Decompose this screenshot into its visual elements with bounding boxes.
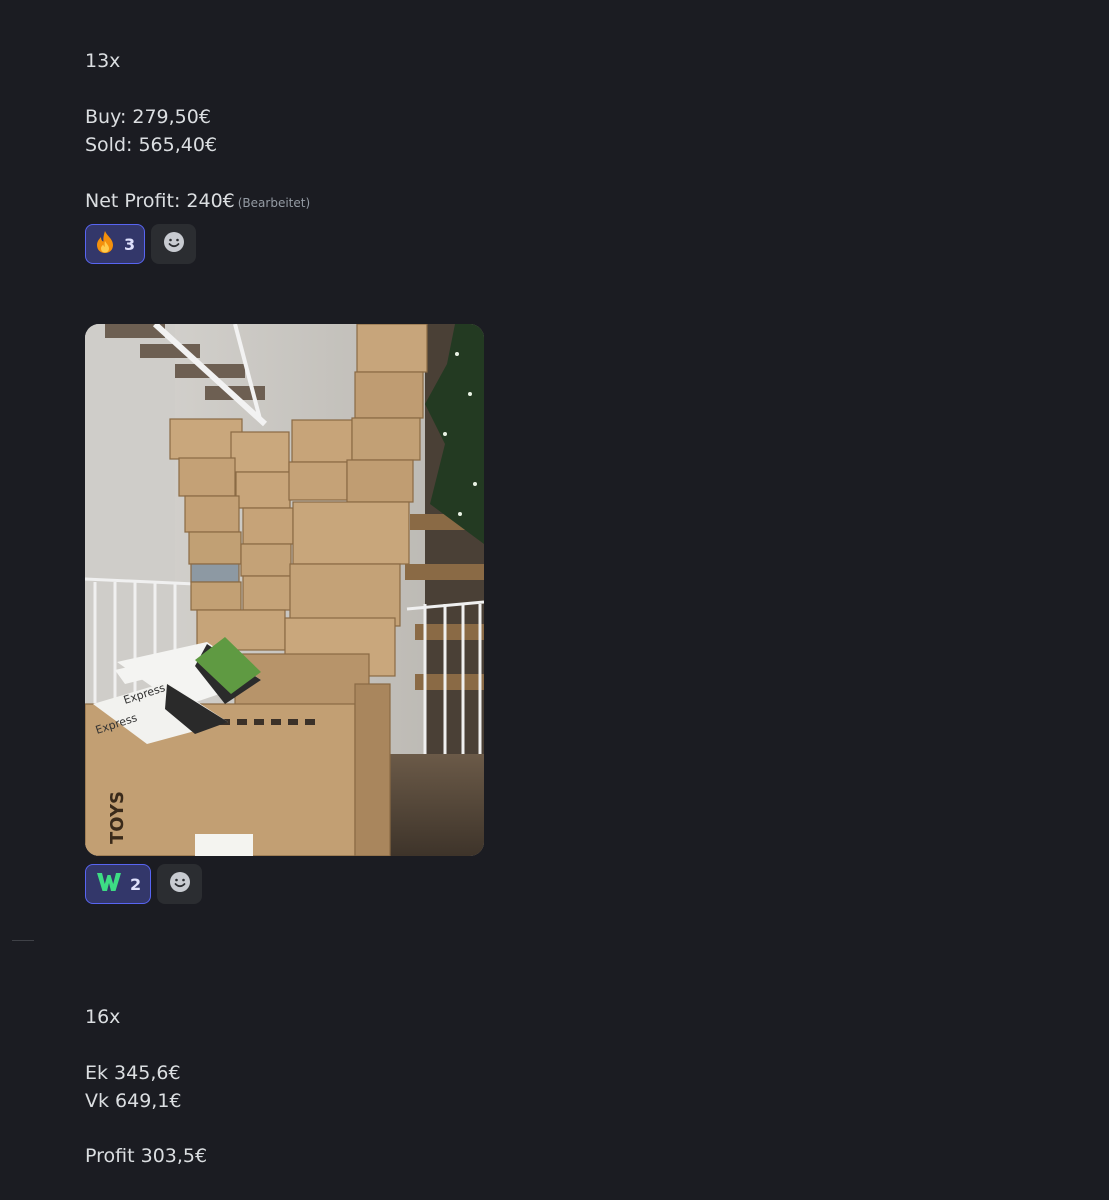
edited-label: (Bearbeitet) <box>237 196 311 210</box>
reaction-bar: 2 <box>85 864 203 904</box>
box-print-text: TOYS <box>107 791 128 844</box>
fire-icon <box>94 230 116 258</box>
w-emoji-icon <box>96 871 122 897</box>
message-divider <box>12 940 34 941</box>
add-reaction-button[interactable] <box>151 224 197 264</box>
message-line-with-edit: Net Profit: 240€ (Bearbeitet) <box>85 187 310 217</box>
message-line: 13x <box>85 50 121 72</box>
reaction-count: 3 <box>124 234 136 254</box>
image-attachment[interactable]: Express Express TOYS <box>85 324 484 856</box>
reaction-bar: 3 <box>85 224 197 264</box>
message-line: Buy: 279,50€ <box>85 106 211 128</box>
message-line: Vk 649,1€ <box>85 1090 182 1112</box>
smiley-icon <box>169 871 191 897</box>
boxes-photo: Express Express TOYS <box>85 324 484 856</box>
net-profit-text: Net Profit: 240€ <box>85 190 235 212</box>
message-line: 16x <box>85 1006 121 1028</box>
reaction-count: 2 <box>130 874 142 894</box>
reaction-w[interactable]: 2 <box>85 864 152 904</box>
reaction-fire[interactable]: 3 <box>85 224 146 264</box>
shipping-label <box>195 834 253 856</box>
add-reaction-button[interactable] <box>157 864 203 904</box>
message-line: Profit 303,5€ <box>85 1145 208 1167</box>
smiley-icon <box>163 231 185 257</box>
message-line: Sold: 565,40€ <box>85 134 218 156</box>
message-line: Ek 345,6€ <box>85 1062 181 1084</box>
